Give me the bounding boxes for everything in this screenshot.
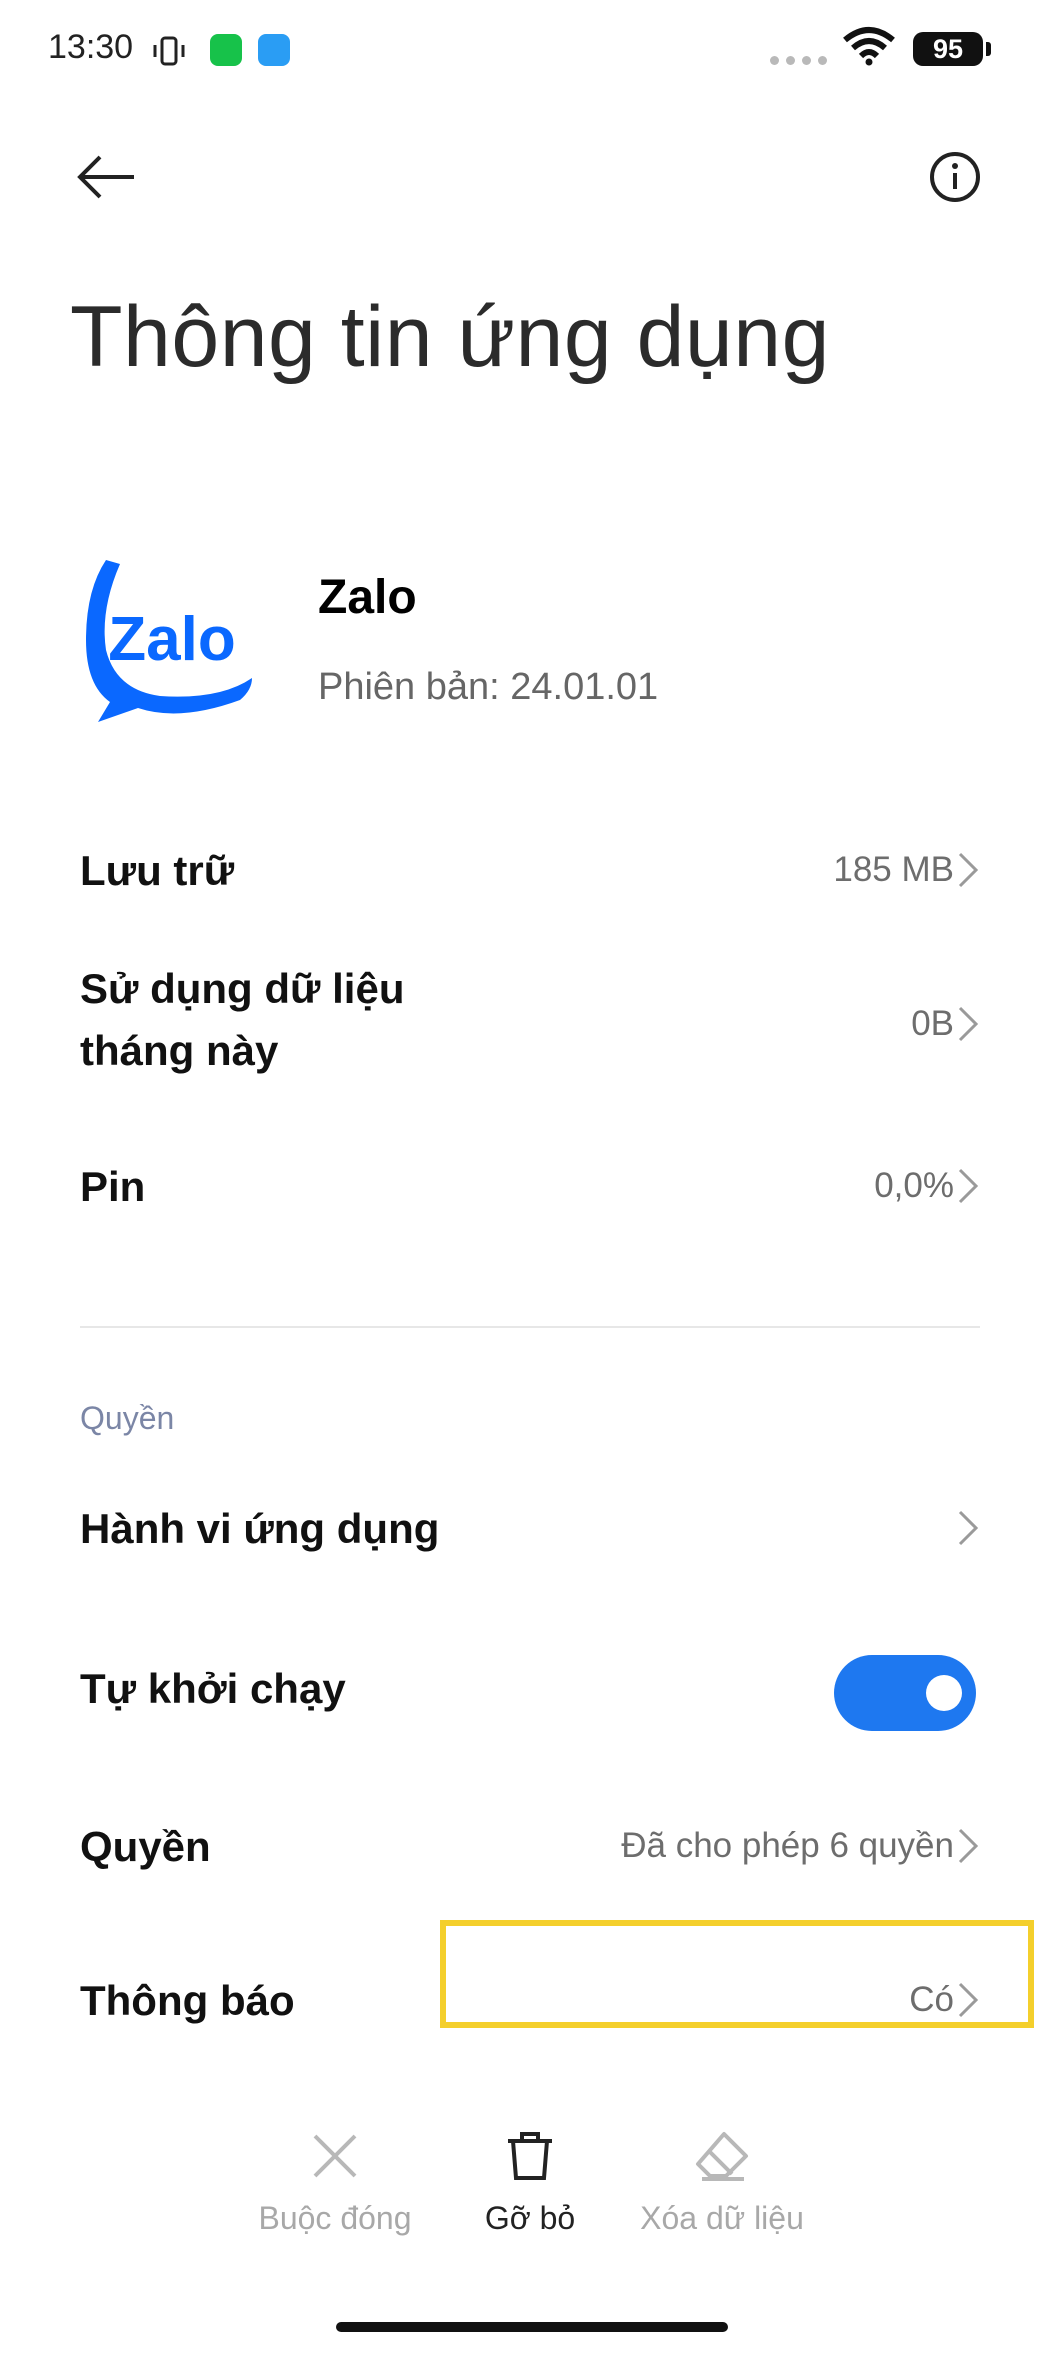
permissions-row[interactable]: Quyền Đã cho phép 6 quyền — [0, 1792, 1060, 1902]
home-indicator[interactable] — [336, 2322, 728, 2332]
info-circle-icon[interactable] — [928, 150, 982, 204]
app-name: Zalo — [318, 571, 417, 624]
clear-data-button[interactable]: Xóa dữ liệu — [612, 2130, 832, 2237]
force-stop-label: Buộc đóng — [258, 2200, 412, 2236]
app-behavior-row[interactable]: Hành vi ứng dụng — [0, 1474, 1060, 1584]
status-time: 13:30 — [48, 28, 134, 66]
storage-label: Lưu trữ — [80, 847, 235, 894]
storage-value: 185 MB — [833, 850, 954, 889]
data-usage-row[interactable]: Sử dụng dữ liệu tháng này 0B — [0, 952, 1060, 1092]
permissions-label: Quyền — [80, 1823, 211, 1870]
data-usage-label-line1: Sử dụng dữ liệu — [80, 965, 405, 1012]
battery-level: 95 — [913, 32, 983, 66]
battery-value: 0,0% — [874, 1166, 954, 1205]
arrow-left-icon[interactable] — [76, 152, 138, 202]
chevron-right-icon — [958, 1168, 979, 1204]
shield-app-icon — [210, 34, 242, 66]
trash-icon — [508, 2132, 552, 2180]
data-usage-label-line2: tháng này — [80, 1027, 279, 1074]
eraser-icon — [696, 2132, 748, 2181]
battery-label: Pin — [80, 1163, 146, 1210]
data-usage-value: 0B — [911, 1004, 954, 1043]
autostart-row: Tự khởi chạy — [0, 1636, 820, 1746]
vibrate-icon — [153, 36, 185, 66]
chevron-right-icon — [958, 852, 979, 888]
app-version: Phiên bản: 24.01.01 — [318, 666, 659, 708]
wifi-icon — [843, 27, 895, 66]
battery-row[interactable]: Pin 0,0% — [0, 1136, 1060, 1236]
chevron-right-icon — [958, 1828, 979, 1864]
close-icon — [313, 2134, 357, 2178]
app-behavior-label: Hành vi ứng dụng — [80, 1505, 440, 1552]
autostart-label: Tự khởi chạy — [80, 1665, 346, 1712]
battery-tip — [986, 42, 991, 56]
logo-text: Zalo — [108, 605, 235, 674]
page-title: Thông tin ứng dụng — [70, 289, 830, 385]
force-stop-button[interactable]: Buộc đóng — [225, 2130, 445, 2237]
toggle-knob — [926, 1675, 962, 1711]
notifications-highlight-box — [440, 1920, 1034, 2028]
chevron-right-icon — [958, 1510, 979, 1546]
uninstall-button[interactable]: Gỡ bỏ — [420, 2130, 640, 2237]
notifications-label: Thông báo — [80, 1977, 295, 2024]
signal-dots-icon — [770, 56, 834, 65]
uninstall-label: Gỡ bỏ — [484, 2200, 576, 2236]
section-permissions-label: Quyền — [80, 1400, 175, 1436]
divider — [80, 1326, 980, 1328]
chevron-right-icon — [958, 1006, 979, 1042]
permissions-value: Đã cho phép 6 quyền — [621, 1826, 954, 1865]
autostart-toggle[interactable] — [834, 1655, 976, 1731]
chat-app-icon — [258, 34, 290, 66]
storage-row[interactable]: Lưu trữ 185 MB — [0, 820, 1060, 920]
zalo-logo-icon: Zalo — [86, 560, 252, 722]
clear-data-label: Xóa dữ liệu — [640, 2200, 804, 2236]
